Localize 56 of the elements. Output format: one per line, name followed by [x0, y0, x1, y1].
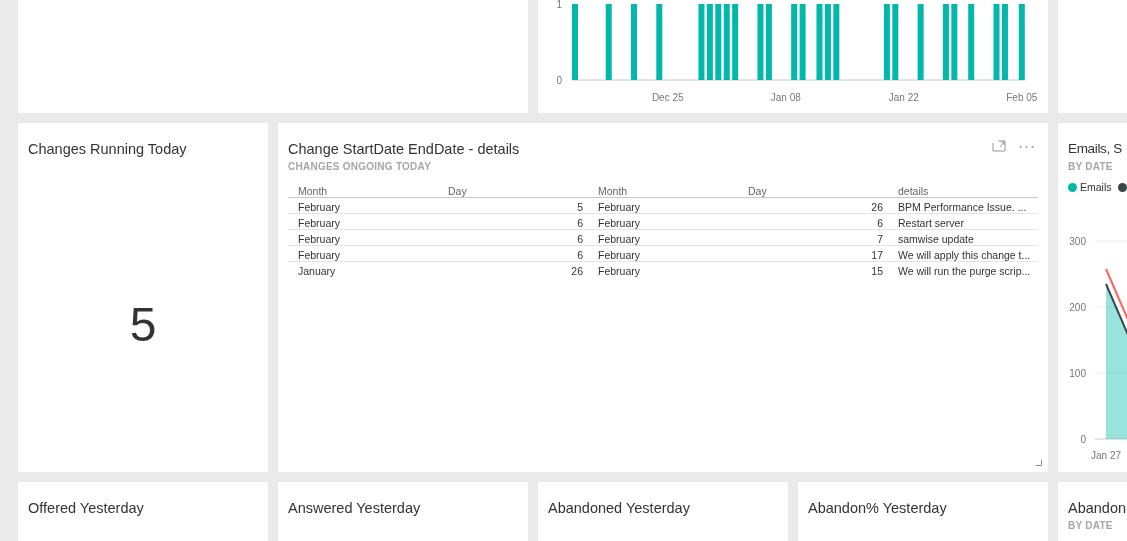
table-cell: 6: [577, 216, 583, 229]
axis-label: 100: [1069, 368, 1086, 379]
table-cell: January: [298, 265, 336, 277]
table-cell: February: [298, 232, 340, 245]
axis-label: Jan 22: [888, 92, 919, 103]
tile-title: Abandoned Yesterday: [548, 499, 690, 518]
table-cell: 5: [577, 200, 583, 213]
tile-title: Abandon: [1068, 499, 1127, 518]
table-cell: samwise update: [898, 232, 974, 245]
axis-label: 1: [556, 0, 562, 10]
axis-label: Jan 27: [1091, 450, 1121, 461]
table-cell: We will apply this change t...: [898, 248, 1031, 261]
table-cell: 26: [571, 265, 583, 277]
table-cell: BPM Performance Issue. ...: [898, 200, 1027, 213]
axis-label: 300: [1069, 236, 1086, 247]
axis-label: 200: [1069, 302, 1086, 313]
axis-label: Jan 08: [770, 92, 801, 103]
legend-label: Emails: [1080, 180, 1112, 195]
tile-title: Abandon% Yesterday: [808, 499, 947, 518]
column-header[interactable]: details: [898, 185, 929, 197]
table-cell: February: [298, 200, 340, 213]
tile-subtitle: BY DATE: [1068, 160, 1113, 174]
table-cell: 15: [871, 265, 883, 277]
tile-subtitle: BY DATE: [1068, 519, 1113, 533]
table-cell: February: [598, 200, 640, 213]
table-cell: We will run the purge scrip...: [898, 265, 1031, 277]
column-header[interactable]: Day: [748, 185, 767, 197]
axis-label: 0: [1080, 434, 1086, 445]
table-cell: 6: [577, 248, 583, 261]
table-cell: February: [298, 248, 340, 261]
tile-title: Emails, S: [1068, 140, 1122, 158]
tile-title: Answered Yesterday: [288, 499, 421, 518]
table-cell: February: [598, 216, 640, 229]
tile-title: Changes Running Today: [28, 140, 187, 159]
table-cell: 6: [577, 232, 583, 245]
table-cell: 7: [877, 232, 883, 245]
table-cell: 26: [871, 200, 883, 213]
table-cell: February: [298, 216, 340, 229]
card-value: 5: [128, 301, 158, 349]
tile-title: Offered Yesterday: [28, 499, 144, 518]
table-cell: February: [598, 248, 640, 261]
table-cell: February: [598, 232, 640, 245]
column-header[interactable]: Month: [298, 185, 328, 197]
table-cell: February: [598, 265, 640, 277]
column-header[interactable]: Month: [598, 185, 628, 197]
focus-mode-icon[interactable]: [992, 140, 1006, 152]
axis-label: Dec 25: [651, 92, 684, 103]
table-cell: Restart server: [898, 216, 964, 229]
column-header[interactable]: Day: [448, 185, 467, 197]
axis-label: 0: [556, 75, 562, 86]
tile-subtitle: CHANGES ONGOING TODAY: [288, 160, 432, 174]
axis-label: Feb 05: [1006, 92, 1038, 103]
resize-handle-icon[interactable]: [1036, 460, 1042, 466]
tile-title: Change StartDate EndDate - details: [288, 140, 520, 159]
table-cell: 6: [877, 216, 883, 229]
table-cell: 17: [871, 248, 883, 261]
